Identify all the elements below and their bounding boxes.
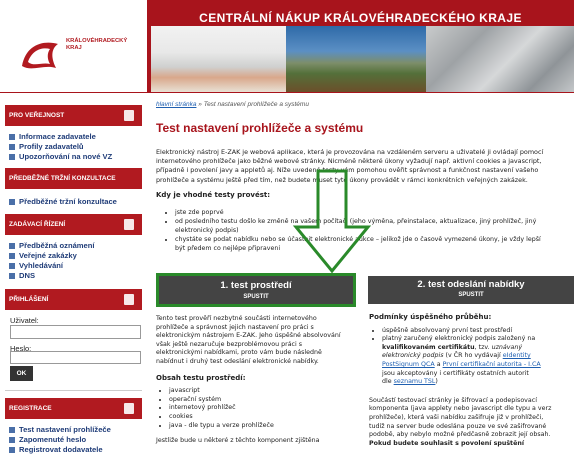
sidebar-item-zakazky[interactable]: Veřejné zakázky [9,251,77,260]
lock-icon [124,294,134,305]
page-title: Test nastavení prohlížeče a systému [156,121,364,135]
region-logo-icon [22,42,58,69]
test-environment-run: SPUSTIT [243,294,269,300]
username-label: Uživatel: [10,316,39,325]
sidebar-item-zadavatel-info[interactable]: Informace zadavatele [9,132,96,141]
conditions-heading: Podmínky úspěšného průběhu: [369,313,492,321]
sidebar-item-profily[interactable]: Profily zadavatelů [9,142,84,151]
sidebar-heading-rizeni-label: ZADÁVACÍ ŘÍZENÍ [9,221,66,228]
test-submission-run: SPUSTIT [458,292,484,298]
test-submission-button[interactable]: 2. test odeslání nabídky SPUSTIT [368,276,574,304]
sidebar-heading-registrace: REGISTRACE [5,398,142,419]
obsah-item: cookies [169,413,361,422]
header-photo-snow-buildings [151,26,286,92]
site-title: CENTRÁLNÍ NÁKUP KRÁLOVÉHRADECKÉHO KRAJE [199,11,522,25]
logo-area[interactable]: KRÁLOVÉHRADECKÝ KRAJ [0,0,147,92]
down-arrow-icon [292,169,372,274]
text-fragment: a [434,360,443,368]
sidebar-item-registrovat[interactable]: Registrovat dodavatele [9,445,103,454]
sidebar-item-upozornovani[interactable]: Upozorňování na nové VZ [9,152,112,161]
text-line: jsou akceptovány i certifikáty ostatních… [382,369,529,377]
sidebar-item-vyhledavani[interactable]: Vyhledávání [9,261,63,270]
text-line: prohlížeče), která vaši nabídku zašifruj… [369,413,544,421]
text-fragment: dle [382,378,394,386]
text-line: Pokud budete souhlasit s povolení spuště… [369,439,524,447]
sidebar-divider [5,390,142,391]
site-header: KRÁLOVÉHRADECKÝ KRAJ CENTRÁLNÍ NÁKUP KRÁ… [0,0,574,93]
sidebar-item-zapomenute-heslo[interactable]: Zapomenuté heslo [9,435,86,444]
sidebar-heading-konzultace-label: PŘEDBĚŽNÉ TRŽNÍ KONZULTACE [9,175,116,182]
password-input[interactable] [10,351,141,364]
logo-text-line2: KRAJ [66,45,82,51]
text-fragment: elektronický podpis [382,352,444,360]
test2-description: Podmínky úspěšného průběhu: úspěšně abso… [369,313,574,448]
text-fragment: , tzv. [474,343,492,351]
sidebar-heading-public-label: PRO VEŘEJNOST [9,112,65,119]
postsignum-link[interactable]: PostSignum QCA [382,361,435,368]
obsah-item: javascript [169,387,361,396]
intro-line-2: internetového prohlížeče jako běžné webo… [156,157,542,166]
text-line: komponenta (java applety nebo javascript… [369,405,552,413]
qualified-cert-text: kvalifikovaném certifikátu [382,343,475,351]
document-icon [124,110,134,121]
breadcrumb-current: » Test nastavení prohlížeče a systému [196,101,309,108]
eidentity-link[interactable]: eIdentity [503,352,531,359]
edit-icon [124,219,134,230]
sidebar-heading-registrace-label: REGISTRACE [9,405,52,412]
test-environment-button[interactable]: 1. test prostředí SPUSTIT [156,273,356,307]
condition-item: úspěšně absolvovaný první test prostředí [382,327,574,336]
when-item-line: elektronický podpis) [175,227,239,234]
username-input[interactable] [10,325,141,339]
tsl-link[interactable]: seznamu TSL [394,378,436,385]
obsah-item: internetový prohlížeč [169,404,361,413]
test1-description: Tento test prověří nezbytné součásti int… [156,315,361,446]
sidebar-heading-login-label: PŘIHLÁŠENÍ [9,296,49,303]
intro-line-1: Elektronický nástroj E-ZAK je webová apl… [156,148,544,156]
encryption-paragraph: Součástí testovací stránky je šifrovací … [369,397,574,449]
obsah-list: javascript operační systém internetový p… [169,387,361,430]
text-line: platný zaručený elektronický podpis zalo… [382,335,536,343]
text-line: elektronickými nabídkami, proto vám bude… [156,349,322,357]
login-ok-button[interactable]: OK [10,366,33,381]
when-heading: Kdy je vhodné testy provést: [156,191,271,199]
sidebar-heading-login: PŘIHLÁŠENÍ [5,289,142,310]
text-fragment: uznávaný [491,343,523,351]
breadcrumb-home-link[interactable]: hlavní stránka [156,101,196,108]
logo-text-line1: KRÁLOVÉHRADECKÝ [66,38,128,44]
text-line: Součástí testovací stránky je šifrovací … [369,396,537,404]
header-photo-town-landscape [286,26,426,92]
test-submission-title: 2. test odeslání nabídky [417,279,525,290]
obsah-item: java - dle typu a verze prohlížeče [169,422,361,431]
when-item-line: být předem co nejlépe připraveni [175,245,281,252]
text-line: nabídnut i druhý test odeslání elektroni… [156,357,319,365]
sidebar-item-test-prohlizece[interactable]: Test nastavení prohlížeče [9,425,111,434]
text-line: prohlížeče a správnost jejich nastavení … [156,323,314,331]
form-icon [124,403,134,414]
condition-item: platný zaručený elektronický podpis zalo… [382,335,574,387]
sidebar-item-oznameni[interactable]: Předběžná oznámení [9,241,95,250]
sidebar-item-konzultace[interactable]: Předběžné tržní konzultace [9,197,117,206]
sidebar: PRO VEŘEJNOST Informace zadavatele Profi… [0,93,147,457]
sidebar-heading-public: PRO VEŘEJNOST [5,105,142,126]
sidebar-item-dns[interactable]: DNS [9,271,35,280]
test-environment-title: 1. test prostředí [220,280,292,291]
text-line: Jestliže bude u některé z těchto kompone… [156,437,320,445]
logo-text: KRÁLOVÉHRADECKÝ KRAJ [66,38,127,52]
ica-link[interactable]: První certifikační autorita - I.CA [443,361,541,368]
obsah-heading: Obsah testu prostředí: [156,373,246,382]
text-line: elektronickým nástrojem E-ZAK. Jeho úspě… [156,332,341,340]
main-content: hlavní stránka » Test nastavení prohlíže… [147,93,574,457]
breadcrumb: hlavní stránka » Test nastavení prohlíže… [156,101,309,108]
header-photo-metal-sculpture [426,26,574,92]
text-line: podobě, aby nebylo možné předčasně zobra… [369,431,551,439]
conditions-list: úspěšně absolvovaný první test prostředí… [382,327,574,387]
text-line: Tento test prověří nezbytné součásti int… [156,315,317,322]
sidebar-heading-rizeni: ZADÁVACÍ ŘÍZENÍ [5,214,142,235]
text-fragment: ) [435,378,438,386]
text-fragment: (v ČR ho vydávají [443,352,503,360]
sidebar-heading-konzultace: PŘEDBĚŽNÉ TRŽNÍ KONZULTACE [5,168,142,189]
text-line: tudíž na server bude odeslána pouze ve s… [369,422,547,430]
